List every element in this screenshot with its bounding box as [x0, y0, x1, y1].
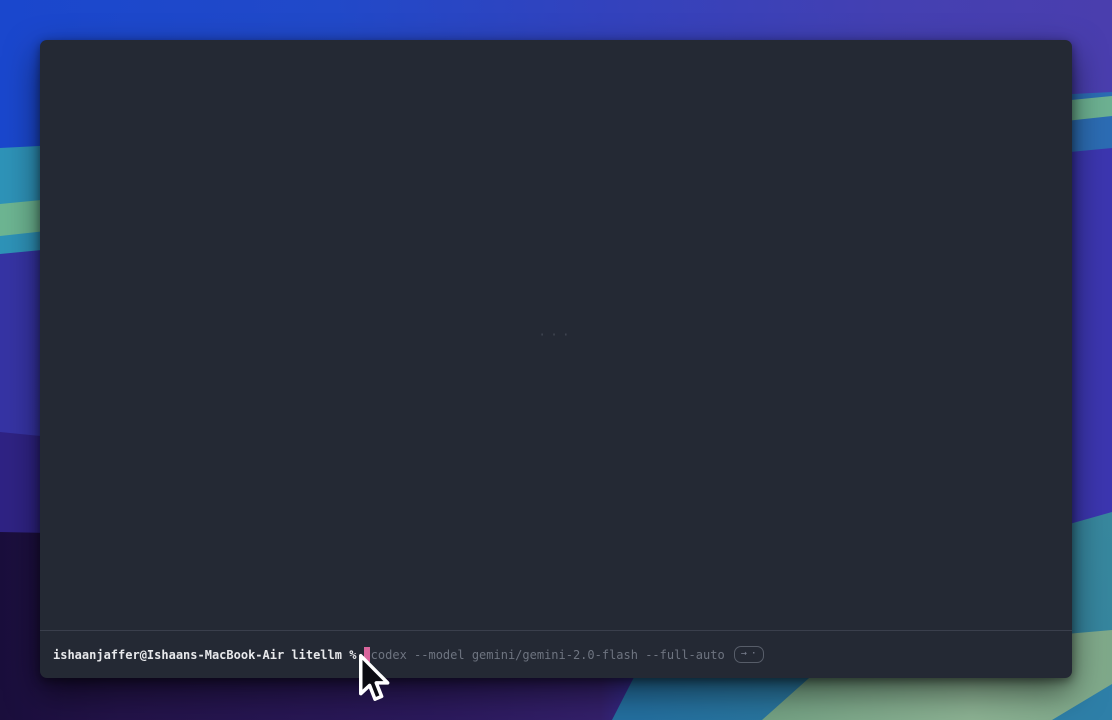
desktop: ··· ishaanjaffer@Ishaans-MacBook-Air lit…	[0, 0, 1112, 720]
terminal-buffer: ···	[40, 40, 1072, 630]
terminal-window[interactable]: ··· ishaanjaffer@Ishaans-MacBook-Air lit…	[40, 40, 1072, 678]
dot-icon: ·	[751, 648, 757, 660]
loading-dots: ···	[538, 328, 573, 343]
shell-prompt: ishaanjaffer@Ishaans-MacBook-Air litellm…	[53, 649, 364, 661]
autosuggestion-text: codex --model gemini/gemini-2.0-flash --…	[371, 649, 725, 661]
right-arrow-icon: →	[741, 648, 747, 660]
command-input-line[interactable]: ishaanjaffer@Ishaans-MacBook-Air litellm…	[40, 631, 1072, 678]
text-cursor	[364, 647, 370, 662]
accept-suggestion-hint-badge: → ·	[734, 646, 764, 663]
